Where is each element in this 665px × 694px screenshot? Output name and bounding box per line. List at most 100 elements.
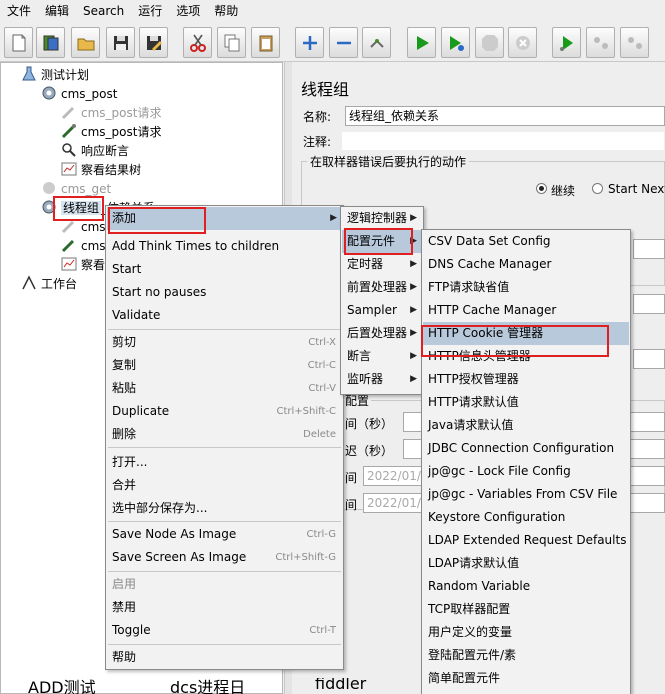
menu-item-add[interactable]: 添加 ▶ <box>107 207 342 230</box>
start-no-pause-icon[interactable] <box>441 27 470 58</box>
tree-node-child-request-1[interactable]: cms <box>61 218 106 237</box>
new-icon[interactable] <box>4 27 33 58</box>
config-item[interactable]: HTTP请求默认值 <box>423 391 629 414</box>
menu-item-save-selection-as[interactable]: 选中部分保存为... <box>107 497 342 520</box>
config-element-submenu: CSV Data Set Config DNS Cache Manager FT… <box>421 229 631 694</box>
cut-icon[interactable] <box>183 27 212 58</box>
tree-node-response-assertion[interactable]: 响应断言 <box>61 142 129 161</box>
name-field[interactable]: 线程组_依赖关系 <box>345 106 665 126</box>
chart-icon <box>61 256 77 272</box>
stop-icon[interactable] <box>475 27 504 58</box>
tree-node-child-request-2[interactable]: cms <box>61 237 106 256</box>
config-item[interactable]: HTTP信息头管理器 <box>423 345 629 368</box>
remote-start-icon[interactable] <box>552 27 581 58</box>
submenu-listener[interactable]: 监听器 ▶ <box>342 368 422 391</box>
menu-item-copy[interactable]: 复制 Ctrl-C <box>107 354 342 377</box>
delay-label: 迟（秒） <box>345 444 394 458</box>
menu-item-start-no-pauses[interactable]: Start no pauses <box>107 281 342 304</box>
config-item-http-cookie-manager[interactable]: HTTP Cookie 管理器 <box>423 322 629 345</box>
menu-item-enable[interactable]: 启用 <box>107 573 342 596</box>
menu-run[interactable]: 运行 <box>131 0 169 22</box>
config-item[interactable]: Java请求默认值 <box>423 414 629 437</box>
config-item[interactable]: 登陆配置元件/素 <box>423 644 629 667</box>
name-label: 名称: <box>303 110 332 124</box>
duration-label: 间（秒） <box>345 417 394 431</box>
menu-options[interactable]: 选项 <box>169 0 207 22</box>
menu-item-cut[interactable]: 剪切 Ctrl-X <box>107 331 342 354</box>
radio-start-next[interactable] <box>592 183 603 194</box>
templates-icon[interactable] <box>36 27 65 58</box>
submenu-config-element[interactable]: 配置元件 ▶ <box>342 230 422 253</box>
config-item[interactable]: HTTP Cache Manager <box>423 299 629 322</box>
config-item[interactable]: 简单配置元件 <box>423 667 629 690</box>
config-item[interactable]: Keystore Configuration <box>423 506 629 529</box>
field-1[interactable] <box>633 239 665 259</box>
menu-item-validate[interactable]: Validate <box>107 304 342 327</box>
menu-item-save-screen-image[interactable]: Save Screen As Image Ctrl+Shift-G <box>107 546 342 569</box>
config-item[interactable]: TCP取样器配置 <box>423 598 629 621</box>
tree-node-cms-get-disabled[interactable]: cms_get <box>41 180 111 199</box>
remote-exit-icon[interactable] <box>620 27 649 58</box>
menu-item-toggle[interactable]: Toggle Ctrl-T <box>107 619 342 642</box>
error-action-title: 在取样器错误后要执行的动作 <box>307 153 470 170</box>
start-icon[interactable] <box>407 27 436 58</box>
field-2[interactable] <box>633 294 665 314</box>
menu-item-delete[interactable]: 删除 Delete <box>107 423 342 446</box>
menu-help[interactable]: 帮助 <box>207 0 245 22</box>
copy-icon[interactable] <box>217 27 246 58</box>
save-as-icon[interactable] <box>139 27 168 58</box>
toggle-icon[interactable] <box>362 27 391 58</box>
field-3[interactable] <box>633 349 665 369</box>
submenu-sampler[interactable]: Sampler ▶ <box>342 299 422 322</box>
config-item[interactable]: JDBC Connection Configuration <box>423 437 629 460</box>
menu-item-start[interactable]: Start <box>107 258 342 281</box>
expand-icon[interactable] <box>295 27 324 58</box>
pipette-icon <box>61 237 77 253</box>
tree-node-test-plan[interactable]: 测试计划 <box>21 66 89 85</box>
config-item[interactable]: LDAP请求默认值 <box>423 552 629 575</box>
submenu-post-processor[interactable]: 后置处理器 ▶ <box>342 322 422 345</box>
pipette-icon <box>61 104 77 120</box>
config-item[interactable]: jp@gc - Variables From CSV File <box>423 483 629 506</box>
submenu-pre-processor[interactable]: 前置处理器 ▶ <box>342 276 422 299</box>
config-item[interactable]: Random Variable <box>423 575 629 598</box>
menu-item-save-node-image[interactable]: Save Node As Image Ctrl-G <box>107 523 342 546</box>
magnifier-icon <box>61 142 77 158</box>
config-item[interactable]: LDAP Extended Request Defaults <box>423 529 629 552</box>
menu-search[interactable]: Search <box>76 0 131 22</box>
menu-item-add-think-times[interactable]: Add Think Times to children <box>107 235 342 258</box>
paste-icon[interactable] <box>251 27 280 58</box>
end-time-label: 间 <box>345 498 358 512</box>
comment-field[interactable] <box>341 131 665 151</box>
tree-node-post-request-disabled[interactable]: cms_post请求 <box>61 104 161 123</box>
config-item[interactable]: CSV Data Set Config <box>423 230 629 253</box>
config-item[interactable]: DNS Cache Manager <box>423 253 629 276</box>
submenu-timer[interactable]: 定时器 ▶ <box>342 253 422 276</box>
open-icon[interactable] <box>71 27 100 58</box>
config-item[interactable]: jp@gc - Lock File Config <box>423 460 629 483</box>
shutdown-icon[interactable] <box>508 27 537 58</box>
menu-item-duplicate[interactable]: Duplicate Ctrl+Shift-C <box>107 400 342 423</box>
config-item[interactable]: HTTP授权管理器 <box>423 368 629 391</box>
radio-continue[interactable] <box>536 183 547 194</box>
submenu-assertion[interactable]: 断言 ▶ <box>342 345 422 368</box>
menu-item-open[interactable]: 打开... <box>107 451 342 474</box>
submenu-logic-controller[interactable]: 逻辑控制器 ▶ <box>342 207 422 230</box>
tree-node-view-results-tree[interactable]: 察看结果树 <box>61 161 141 180</box>
tree-node-workbench[interactable]: 工作台 <box>21 275 77 294</box>
menu-item-merge[interactable]: 合并 <box>107 474 342 497</box>
tree-node-child-results[interactable]: 察看 <box>61 256 105 275</box>
config-item[interactable]: 用户定义的变量 <box>423 621 629 644</box>
tree-node-cms-post[interactable]: cms_post <box>41 85 117 104</box>
remote-stop-icon[interactable] <box>586 27 615 58</box>
collapse-icon[interactable] <box>329 27 358 58</box>
menu-item-paste[interactable]: 粘贴 Ctrl-V <box>107 377 342 400</box>
config-item[interactable]: FTP请求缺省值 <box>423 276 629 299</box>
menu-item-disable[interactable]: 禁用 <box>107 596 342 619</box>
menu-edit[interactable]: 编辑 <box>38 0 76 22</box>
menu-item-help[interactable]: 帮助 <box>107 646 342 669</box>
save-icon[interactable] <box>106 27 135 58</box>
start-time-label: 间 <box>345 471 358 485</box>
menu-file[interactable]: 文件 <box>0 0 38 22</box>
tree-node-post-request[interactable]: cms_post请求 <box>61 123 161 142</box>
